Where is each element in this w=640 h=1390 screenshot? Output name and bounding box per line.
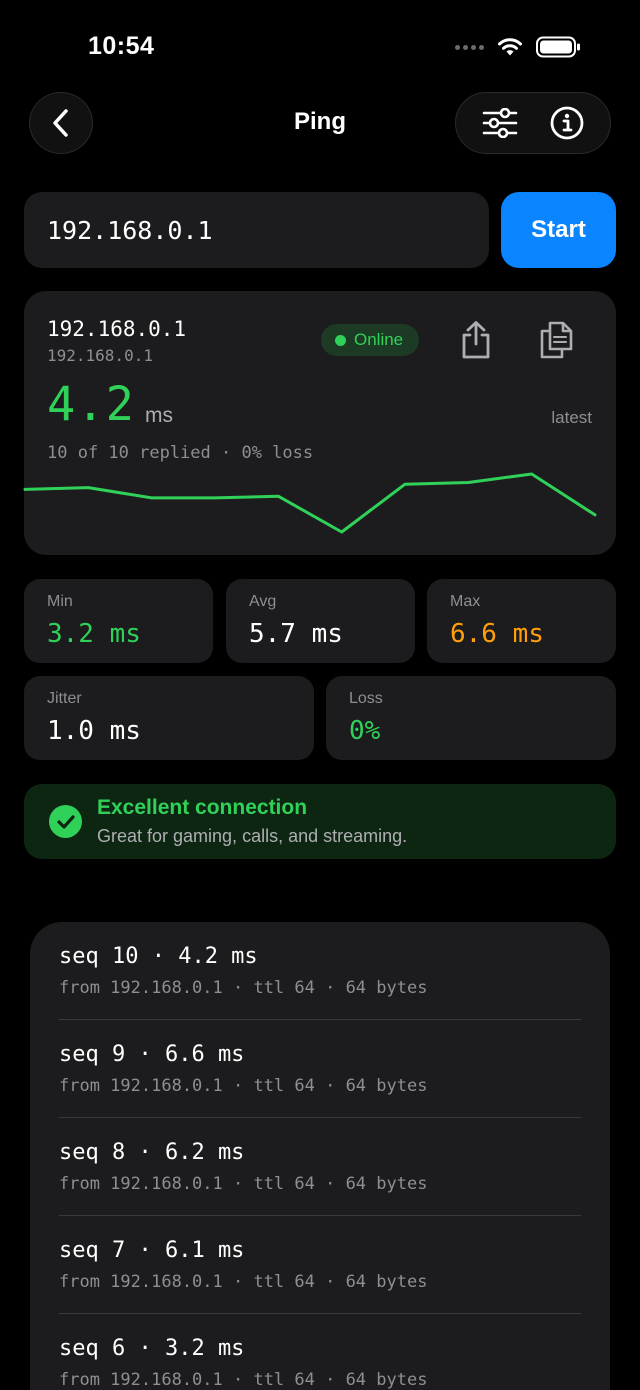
list-item[interactable]: seq 8 · 6.2 ms from 192.168.0.1 · ttl 64… — [59, 1118, 581, 1216]
status-badge: Online — [321, 324, 420, 356]
reply-details: from 192.168.0.1 · ttl 64 · 64 bytes — [59, 1076, 428, 1096]
list-item[interactable]: seq 10 · 4.2 ms from 192.168.0.1 · ttl 6… — [59, 922, 581, 1020]
reply-summary: seq 10 · 4.2 ms — [59, 944, 258, 969]
replied-summary: 10 of 10 replied · 0% loss — [47, 443, 314, 463]
copy-icon — [540, 321, 573, 359]
quality-subtitle: Great for gaming, calls, and streaming. — [97, 826, 408, 846]
reply-details: from 192.168.0.1 · ttl 64 · 64 bytes — [59, 1174, 428, 1194]
reply-summary: seq 6 · 3.2 ms — [59, 1336, 245, 1361]
latency-value: 4.2 — [47, 377, 135, 432]
host-input[interactable] — [24, 192, 489, 268]
share-button[interactable] — [456, 318, 496, 362]
replies-list: seq 10 · 4.2 ms from 192.168.0.1 · ttl 6… — [30, 922, 610, 1390]
signal-icon — [455, 44, 484, 50]
latency-unit: ms — [145, 404, 173, 427]
battery-icon — [536, 36, 580, 58]
list-item[interactable]: seq 6 · 3.2 ms from 192.168.0.1 · ttl 64… — [59, 1314, 581, 1390]
stat-jitter: Jitter 1.0 ms — [24, 676, 314, 760]
info-button[interactable] — [539, 95, 595, 151]
stat-jitter-label: Jitter — [47, 690, 82, 707]
stat-avg-value: 5.7 ms — [249, 619, 343, 649]
share-icon — [462, 321, 490, 359]
reply-details: from 192.168.0.1 · ttl 64 · 64 bytes — [59, 1272, 428, 1292]
settings-button[interactable] — [472, 95, 528, 151]
stat-avg: Avg 5.7 ms — [226, 579, 415, 663]
stat-jitter-value: 1.0 ms — [47, 716, 141, 746]
info-icon — [550, 106, 583, 140]
sliders-icon — [482, 108, 517, 138]
reply-summary: seq 8 · 6.2 ms — [59, 1140, 245, 1165]
reply-details: from 192.168.0.1 · ttl 64 · 64 bytes — [59, 1370, 428, 1390]
checkmark-icon — [49, 805, 82, 838]
list-item[interactable]: seq 9 · 6.6 ms from 192.168.0.1 · ttl 64… — [59, 1020, 581, 1118]
stat-loss-value: 0% — [349, 716, 381, 746]
copy-button[interactable] — [534, 318, 578, 362]
sparkline-path — [23, 472, 597, 534]
stat-max: Max 6.6 ms — [427, 579, 616, 663]
stat-loss-label: Loss — [349, 690, 383, 707]
list-item[interactable]: seq 7 · 6.1 ms from 192.168.0.1 · ttl 64… — [59, 1216, 581, 1314]
stat-loss: Loss 0% — [326, 676, 616, 760]
stat-min: Min 3.2 ms — [24, 579, 213, 663]
latency-sparkline — [23, 472, 597, 534]
start-button[interactable]: Start — [501, 192, 616, 268]
stat-max-value: 6.6 ms — [450, 619, 544, 649]
nav-actions — [455, 92, 611, 154]
status-dot-icon — [335, 334, 346, 346]
host-ip: 192.168.0.1 — [47, 346, 153, 365]
host-name: 192.168.0.1 — [47, 317, 187, 341]
status-icons — [455, 36, 582, 58]
stat-min-label: Min — [47, 593, 73, 610]
stat-max-label: Max — [450, 593, 481, 610]
stat-avg-label: Avg — [249, 593, 277, 610]
quality-title: Excellent connection — [97, 796, 308, 819]
status-badge-label: Online — [354, 330, 404, 349]
reply-summary: seq 7 · 6.1 ms — [59, 1238, 245, 1263]
quality-banner: Excellent connection Great for gaming, c… — [24, 784, 616, 859]
latest-label: latest — [551, 408, 592, 427]
status-time: 10:54 — [88, 32, 155, 60]
reply-details: from 192.168.0.1 · ttl 64 · 64 bytes — [59, 978, 428, 998]
stat-min-value: 3.2 ms — [47, 619, 141, 649]
wifi-icon — [498, 38, 522, 56]
reply-summary: seq 9 · 6.6 ms — [59, 1042, 245, 1067]
